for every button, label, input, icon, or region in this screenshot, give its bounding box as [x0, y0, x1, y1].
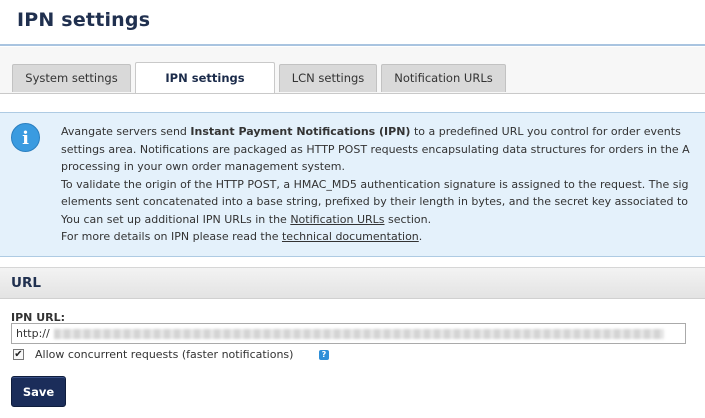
concurrent-requests-label: Allow concurrent requests (faster notifi…: [35, 348, 294, 361]
question-icon[interactable]: ?: [319, 350, 329, 360]
url-section-header: URL: [0, 267, 705, 299]
technical-documentation-link[interactable]: technical documentation: [282, 230, 419, 243]
notification-urls-link[interactable]: Notification URLs: [290, 213, 384, 226]
save-button[interactable]: Save: [11, 376, 66, 407]
ipn-url-input[interactable]: http://: [11, 323, 686, 344]
info-text: Avangate servers send Instant Payment No…: [61, 123, 705, 246]
tab-bar: System settings IPN settings LCN setting…: [0, 47, 705, 94]
info-box: i Avangate servers send Instant Payment …: [0, 112, 705, 257]
ipn-url-prefix: http://: [16, 327, 50, 340]
page-header: IPN settings: [0, 0, 705, 46]
info-line-text: elements sent concatenated into a base s…: [61, 195, 688, 208]
info-line-text: To validate the origin of the HTTP POST,…: [61, 177, 689, 191]
info-line-text: settings area. Notifications are package…: [61, 142, 690, 156]
redacted-url: [53, 329, 664, 339]
tab-system-settings[interactable]: System settings: [12, 64, 131, 92]
info-line-text: section.: [384, 212, 432, 226]
page-title: IPN settings: [17, 9, 151, 31]
ipn-highlight: Instant Payment Notifications (IPN): [190, 125, 411, 138]
tab-ipn-settings[interactable]: IPN settings: [135, 62, 275, 93]
info-line-text: .: [418, 230, 423, 243]
info-line-text: Avangate servers send: [61, 125, 191, 138]
info-line-text: You can set up additional IPN URLs in th…: [61, 212, 291, 226]
tab-notification-urls[interactable]: Notification URLs: [381, 64, 506, 92]
info-icon: i: [11, 123, 40, 152]
concurrent-requests-checkbox[interactable]: ✔: [13, 349, 24, 360]
info-line-text: processing in your own order management …: [61, 160, 346, 173]
info-line-text: to a predefined URL you control for orde…: [410, 125, 681, 138]
url-section-title: URL: [11, 275, 41, 291]
info-line-text: For more details on IPN please read the: [61, 230, 282, 243]
tab-lcn-settings[interactable]: LCN settings: [279, 64, 377, 92]
